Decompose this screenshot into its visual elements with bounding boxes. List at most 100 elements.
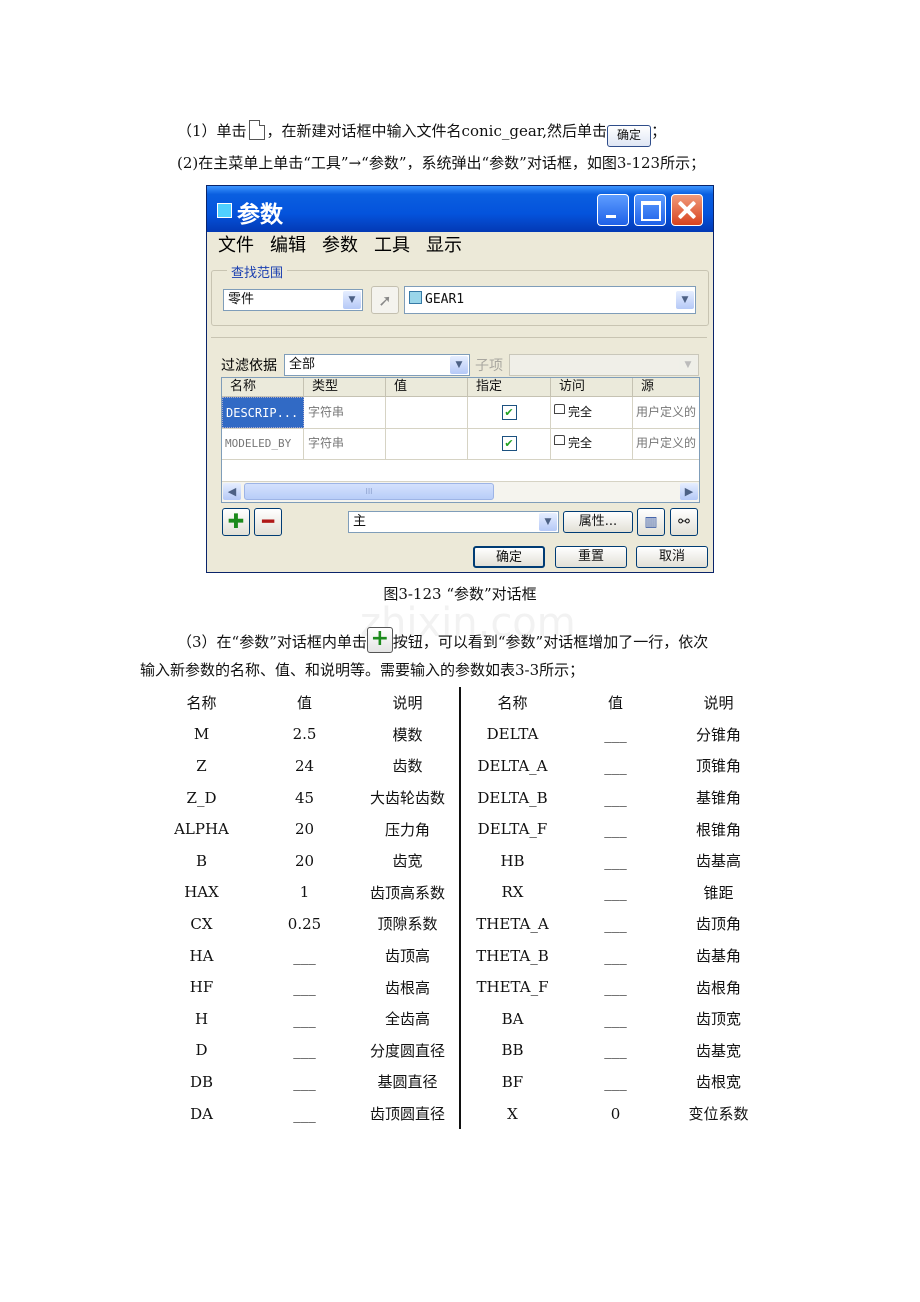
table-cell: ___ [604, 883, 627, 902]
param-name[interactable]: DESCRIP... [222, 397, 304, 428]
separator [211, 337, 707, 338]
param-access[interactable]: 完全 [551, 428, 633, 459]
scroll-left-icon[interactable]: ◀ [223, 483, 241, 500]
table-cell: D [195, 1041, 208, 1060]
table-cell: 压力角 [356, 813, 461, 845]
menu-parameters[interactable]: 参数 [322, 233, 358, 259]
table-cell: 齿基高 [695, 852, 741, 871]
table-cell: 齿顶高 [356, 939, 461, 972]
table-row: HA ___ 齿顶高 THETA_B ___ 齿基角 [150, 939, 770, 972]
table-cell: 齿数 [356, 750, 461, 782]
col-access[interactable]: 访问 [551, 378, 633, 396]
table-cell: 基圆直径 [356, 1066, 461, 1098]
table-row[interactable]: DESCRIP... 字符串 ✔ 完全 用户定义的 [222, 397, 699, 429]
filter-select[interactable]: 全部 ▼ [284, 354, 470, 376]
scope-object-value: GEAR1 [425, 292, 465, 307]
param-value[interactable] [386, 397, 468, 428]
table-cell: THETA_F [476, 978, 549, 997]
menu-tools[interactable]: 工具 [374, 233, 410, 259]
minimize-button[interactable] [597, 194, 629, 226]
select-pointer-button[interactable]: ➚ [371, 286, 399, 314]
table-cell: ___ [604, 914, 627, 933]
param-designate[interactable]: ✔ [468, 428, 551, 459]
reset-button[interactable]: 重置 [555, 546, 627, 568]
chevron-down-icon: ▼ [343, 291, 361, 309]
table-cell: 齿根角 [695, 978, 741, 997]
param-value[interactable] [386, 428, 468, 459]
table-cell: 分锥角 [695, 725, 741, 744]
scope-type-select[interactable]: 零件 ▼ [223, 289, 363, 311]
subitem-label: 子项 [475, 358, 503, 374]
scroll-right-icon[interactable]: ▶ [680, 483, 698, 500]
table-cell: 齿顶宽 [695, 1010, 741, 1029]
table-header-row: 名称 值 说明 名称 值 说明 [150, 687, 770, 719]
menu-edit[interactable]: 编辑 [270, 233, 306, 259]
col-source[interactable]: 源 [633, 378, 699, 396]
step1-suffix: ； [651, 122, 667, 140]
remove-parameter-button[interactable]: ━ [254, 508, 282, 536]
menu-file[interactable]: 文件 [218, 233, 254, 259]
table-cell: HB [500, 851, 525, 870]
chevron-down-icon: ▼ [539, 513, 557, 531]
table-cell: 大齿轮齿数 [356, 781, 461, 814]
table-header-cell: 名称 [497, 694, 528, 713]
table-cell: ___ [604, 1072, 627, 1091]
dialog-title: 参数 [237, 202, 283, 228]
checkbox-checked-icon[interactable]: ✔ [501, 436, 517, 451]
scroll-thumb[interactable]: III [244, 483, 494, 500]
table-cell: 0.25 [287, 914, 322, 933]
menu-bar: 文件 编辑 参数 工具 显示 [218, 233, 462, 259]
close-button[interactable] [671, 194, 703, 226]
param-name[interactable]: MODELED_BY [222, 428, 304, 459]
access-value: 完全 [568, 436, 593, 450]
table-cell: HAX [184, 883, 219, 902]
param-source[interactable]: 用户定义的 [633, 397, 699, 428]
table-cell: ___ [604, 1009, 627, 1028]
param-designate[interactable]: ✔ [468, 397, 551, 428]
table-cell: 顶隙系数 [356, 908, 461, 940]
col-value[interactable]: 值 [386, 378, 468, 396]
properties-button[interactable]: 属性... [563, 511, 633, 533]
table-cell: X [507, 1104, 518, 1123]
table-row: CX 0.25 顶隙系数 THETA_A ___ 齿顶角 [150, 908, 770, 940]
table-cell: BB [501, 1041, 524, 1060]
col-name[interactable]: 名称 [222, 378, 304, 396]
table-cell: 模数 [356, 718, 461, 751]
maximize-button[interactable] [634, 194, 666, 226]
cancel-button[interactable]: 取消 [636, 546, 708, 568]
param-type[interactable]: 字符串 [304, 428, 386, 459]
step1-text: （1）单击 ，在新建对话框中输入文件名conic_gear,然后单击 确定； [177, 120, 666, 147]
param-access[interactable]: 完全 [551, 397, 633, 428]
col-designate[interactable]: 指定 [468, 378, 551, 396]
table-cell: ___ [293, 946, 316, 965]
param-source[interactable]: 用户定义的 [633, 428, 699, 459]
ok-button[interactable]: 确定 [473, 546, 545, 568]
parameters-table: 名称 类型 值 指定 访问 源 DESCRIP... 字符串 ✔ 完全 用户定义… [221, 377, 700, 503]
table-cell: ___ [604, 725, 627, 744]
lock-icon [554, 435, 565, 445]
table-row: ALPHA 20 压力角 DELTA_F ___ 根锥角 [150, 813, 770, 845]
param-type[interactable]: 字符串 [304, 397, 386, 428]
table-cell: 2.5 [292, 725, 317, 744]
new-file-icon [248, 120, 265, 140]
table-cell: 根锥角 [695, 820, 741, 839]
binoculars-icon[interactable]: ⚯ [670, 508, 698, 536]
table-row: D ___ 分度圆直径 BB ___ 齿基宽 [150, 1034, 770, 1067]
horizontal-scrollbar[interactable]: ◀ III ▶ [222, 481, 699, 502]
col-type[interactable]: 类型 [304, 378, 386, 396]
subitem-select[interactable]: ▼ [509, 354, 699, 376]
add-parameter-button[interactable]: ✚ [222, 508, 250, 536]
chevron-down-icon: ▼ [679, 356, 697, 374]
table-cell: 顶锥角 [695, 757, 741, 776]
checkbox-checked-icon[interactable]: ✔ [501, 405, 517, 420]
table-cell: DELTA [486, 725, 539, 744]
table-cell: HA [189, 946, 214, 965]
main-select[interactable]: 主 ▼ [348, 511, 559, 533]
table-cell: 齿基宽 [695, 1041, 741, 1060]
table-cell: 基锥角 [695, 789, 741, 808]
columns-icon[interactable]: ▥ [637, 508, 665, 536]
menu-display[interactable]: 显示 [426, 233, 462, 259]
scope-object-select[interactable]: GEAR1 ▼ [404, 286, 696, 314]
parameters-dialog: 参数 文件 编辑 参数 工具 显示 查找范围 零件 ▼ ➚ GEAR1 ▼ 过滤… [206, 185, 714, 573]
table-row[interactable]: MODELED_BY 字符串 ✔ 完全 用户定义的 [222, 428, 699, 460]
